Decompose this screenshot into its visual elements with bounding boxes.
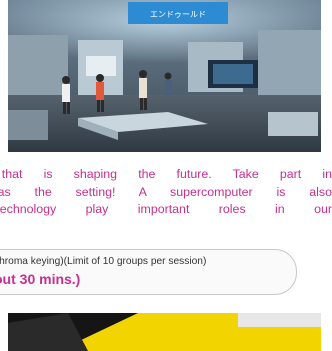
exhibit-photo-bottom xyxy=(8,313,321,351)
session-duration: out 30 mins.) xyxy=(0,271,81,287)
description-line: be as the setting! A supercomputer is al… xyxy=(0,184,332,199)
description-line: d technology play important roles in our xyxy=(0,202,332,216)
exhibit-sign-text: エンドゥールド xyxy=(150,10,206,19)
session-limit-note: chroma keying)(Limit of 10 groups per se… xyxy=(0,256,207,267)
session-info-banner: chroma keying)(Limit of 10 groups per se… xyxy=(0,249,297,295)
exhibit-hall-photo: エンドゥールド xyxy=(8,0,321,152)
description-line: obe that is shaping the future. Take par… xyxy=(0,167,332,181)
exhibit-description: obe that is shaping the future. Take par… xyxy=(0,166,332,219)
